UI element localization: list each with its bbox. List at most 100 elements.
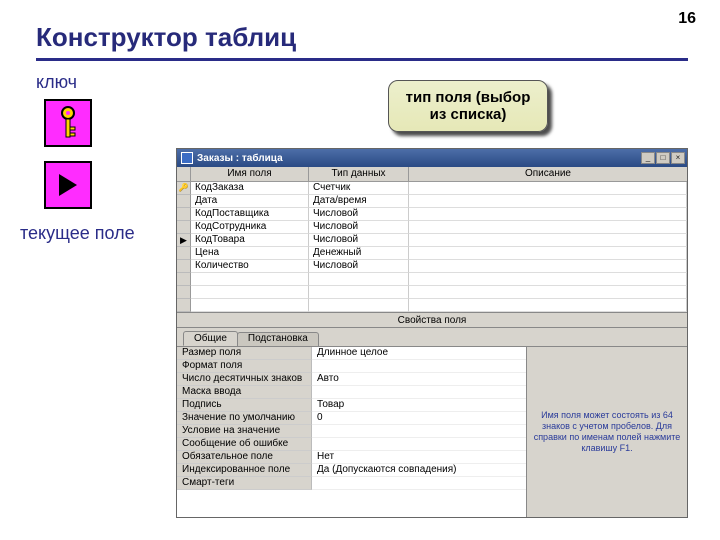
cell-field-desc[interactable] — [409, 234, 687, 247]
cell-field-name[interactable]: КодЗаказа — [191, 182, 309, 195]
property-value[interactable] — [312, 438, 526, 451]
property-label: Обязательное поле — [177, 451, 312, 464]
grid-header-desc[interactable]: Описание — [409, 167, 687, 181]
cell-field-type[interactable]: Дата/время — [309, 195, 409, 208]
cell-field-type[interactable] — [309, 273, 409, 286]
table-row[interactable]: КодСотрудникаЧисловой — [177, 221, 687, 234]
property-label: Условие на значение — [177, 425, 312, 438]
property-label: Формат поля — [177, 360, 312, 373]
table-row[interactable] — [177, 299, 687, 312]
table-row[interactable]: ЦенаДенежный — [177, 247, 687, 260]
tab-general[interactable]: Общие — [183, 331, 238, 346]
property-value[interactable]: Да (Допускаются совпадения) — [312, 464, 526, 477]
property-value[interactable]: Товар — [312, 399, 526, 412]
cell-field-desc[interactable] — [409, 182, 687, 195]
cell-field-type[interactable]: Денежный — [309, 247, 409, 260]
cell-field-name[interactable]: Количество — [191, 260, 309, 273]
grid-header: Имя поля Тип данных Описание — [177, 167, 687, 182]
property-label: Число десятичных знаков — [177, 373, 312, 386]
property-value[interactable]: Длинное целое — [312, 347, 526, 360]
property-row: Смарт-теги — [177, 477, 526, 490]
cell-field-name[interactable]: КодТовара — [191, 234, 309, 247]
row-indicator[interactable] — [177, 221, 191, 234]
cell-field-name[interactable] — [191, 286, 309, 299]
property-value[interactable] — [312, 477, 526, 490]
property-value[interactable]: 0 — [312, 412, 526, 425]
grid-header-name[interactable]: Имя поля — [191, 167, 309, 181]
table-designer-window: Заказы : таблица _ □ × Имя поля Тип данн… — [176, 148, 688, 518]
cell-field-name[interactable]: КодПоставщика — [191, 208, 309, 221]
slide-number: 16 — [678, 10, 696, 28]
row-indicator[interactable]: ▶ — [177, 234, 191, 247]
properties-hint-text: Имя поля может состоять из 64 знаков с у… — [533, 410, 681, 453]
cell-field-desc[interactable] — [409, 260, 687, 273]
row-indicator[interactable] — [177, 273, 191, 286]
cell-field-name[interactable]: Цена — [191, 247, 309, 260]
cell-field-type[interactable]: Числовой — [309, 208, 409, 221]
grid-header-type[interactable]: Тип данных — [309, 167, 409, 181]
form-icon — [181, 152, 193, 164]
label-key: ключ — [36, 72, 158, 93]
property-row: Формат поля — [177, 360, 526, 373]
property-row: ПодписьТовар — [177, 399, 526, 412]
cell-field-desc[interactable] — [409, 286, 687, 299]
cell-field-type[interactable]: Числовой — [309, 234, 409, 247]
close-button[interactable]: × — [671, 152, 685, 164]
property-value[interactable]: Нет — [312, 451, 526, 464]
table-row[interactable]: ▶ КодТовараЧисловой — [177, 234, 687, 247]
property-row: Индексированное полеДа (Допускаются совп… — [177, 464, 526, 477]
properties-grid: Размер поляДлинное целоеФормат поляЧисло… — [177, 347, 527, 517]
row-indicator[interactable]: 🔑 — [177, 182, 191, 195]
row-indicator[interactable] — [177, 208, 191, 221]
cell-field-name[interactable]: КодСотрудника — [191, 221, 309, 234]
cell-field-type[interactable]: Числовой — [309, 221, 409, 234]
row-indicator[interactable] — [177, 299, 191, 312]
table-row[interactable] — [177, 273, 687, 286]
table-row[interactable]: КоличествоЧисловой — [177, 260, 687, 273]
row-indicator[interactable] — [177, 247, 191, 260]
property-row: Условие на значение — [177, 425, 526, 438]
cell-field-desc[interactable] — [409, 221, 687, 234]
row-indicator[interactable] — [177, 260, 191, 273]
cell-field-type[interactable]: Числовой — [309, 260, 409, 273]
table-row[interactable]: ДатаДата/время — [177, 195, 687, 208]
property-label: Значение по умолчанию — [177, 412, 312, 425]
current-row-marker-icon: ▶ — [180, 234, 187, 246]
current-row-icon — [44, 161, 92, 209]
tab-lookup[interactable]: Подстановка — [237, 332, 319, 347]
cell-field-type[interactable] — [309, 299, 409, 312]
table-row[interactable] — [177, 286, 687, 299]
cell-field-desc[interactable] — [409, 273, 687, 286]
cell-field-desc[interactable] — [409, 299, 687, 312]
table-row[interactable]: КодПоставщикаЧисловой — [177, 208, 687, 221]
row-indicator[interactable] — [177, 195, 191, 208]
property-label: Индексированное поле — [177, 464, 312, 477]
grid-body: 🔑КодЗаказаСчетчикДатаДата/времяКодПостав… — [177, 182, 687, 312]
maximize-button[interactable]: □ — [656, 152, 670, 164]
property-row: Маска ввода — [177, 386, 526, 399]
cell-field-desc[interactable] — [409, 247, 687, 260]
table-row[interactable]: 🔑КодЗаказаСчетчик — [177, 182, 687, 195]
property-label: Сообщение об ошибке — [177, 438, 312, 451]
property-value[interactable] — [312, 360, 526, 373]
cell-field-name[interactable] — [191, 299, 309, 312]
grid-header-indicator — [177, 167, 191, 181]
cell-field-type[interactable]: Счетчик — [309, 182, 409, 195]
primary-key-icon: 🔑 — [179, 182, 189, 194]
property-value[interactable] — [312, 386, 526, 399]
property-row: Обязательное полеНет — [177, 451, 526, 464]
window-title: Заказы : таблица — [197, 153, 641, 164]
property-label: Подпись — [177, 399, 312, 412]
minimize-button[interactable]: _ — [641, 152, 655, 164]
cell-field-desc[interactable] — [409, 195, 687, 208]
cell-field-type[interactable] — [309, 286, 409, 299]
window-title-bar[interactable]: Заказы : таблица _ □ × — [177, 149, 687, 167]
property-value[interactable] — [312, 425, 526, 438]
row-indicator[interactable] — [177, 286, 191, 299]
cell-field-desc[interactable] — [409, 208, 687, 221]
properties-header: Свойства поля — [177, 312, 687, 328]
cell-field-name[interactable] — [191, 273, 309, 286]
property-value[interactable]: Авто — [312, 373, 526, 386]
cell-field-name[interactable]: Дата — [191, 195, 309, 208]
properties-body: Размер поляДлинное целоеФормат поляЧисло… — [177, 346, 687, 517]
